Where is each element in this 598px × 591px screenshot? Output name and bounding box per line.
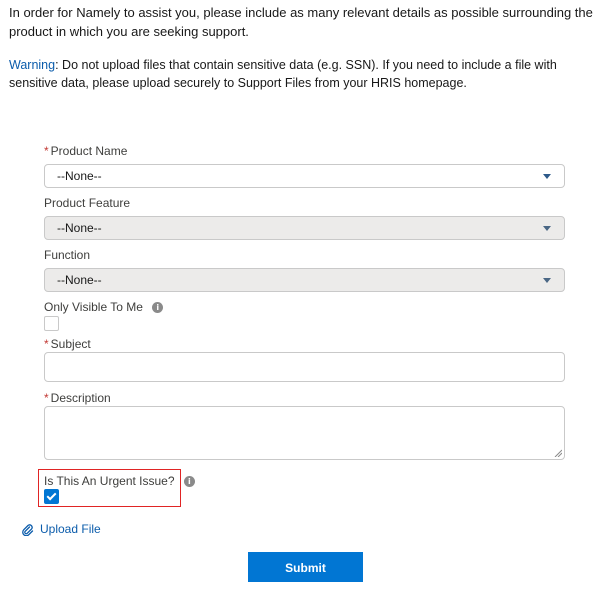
description-textarea[interactable] xyxy=(44,406,565,460)
intro-paragraph: In order for Namely to assist you, pleas… xyxy=(9,5,593,39)
resize-handle-icon[interactable] xyxy=(554,449,562,457)
urgent-checkbox[interactable] xyxy=(44,489,59,504)
submit-button[interactable]: Submit xyxy=(248,552,363,582)
urgent-label: Is This An Urgent Issue? i xyxy=(44,474,195,488)
urgent-label-text: Is This An Urgent Issue? xyxy=(44,474,175,488)
chevron-down-icon xyxy=(543,174,551,179)
chevron-down-icon xyxy=(543,226,551,231)
subject-label-text: Subject xyxy=(50,337,91,351)
description-label: * Description xyxy=(44,391,111,405)
intro-text: In order for Namely to assist you, pleas… xyxy=(9,3,594,41)
required-marker: * xyxy=(44,144,49,158)
function-label-text: Function xyxy=(44,248,91,262)
only-visible-checkbox[interactable] xyxy=(44,316,59,331)
upload-file-link[interactable]: Upload File xyxy=(22,522,101,537)
warning-message: : Do not upload files that contain sensi… xyxy=(9,58,557,90)
product-feature-select[interactable]: --None-- xyxy=(44,216,565,240)
warning-text: Warning: Do not upload files that contai… xyxy=(9,56,594,92)
paperclip-icon xyxy=(22,524,34,537)
product-feature-value: --None-- xyxy=(57,221,102,235)
required-marker: * xyxy=(44,391,49,405)
warning-label: Warning xyxy=(9,58,56,72)
upload-file-label: Upload File xyxy=(40,522,101,536)
chevron-down-icon xyxy=(543,278,551,283)
product-feature-label: Product Feature xyxy=(44,196,130,210)
function-select[interactable]: --None-- xyxy=(44,268,565,292)
product-feature-label-text: Product Feature xyxy=(44,196,131,210)
description-label-text: Description xyxy=(50,391,111,405)
function-value: --None-- xyxy=(57,273,102,287)
subject-label: * Subject xyxy=(44,337,91,351)
only-visible-label: Only Visible To Me i xyxy=(44,300,164,314)
product-name-label: * Product Name xyxy=(44,144,127,158)
product-name-label-text: Product Name xyxy=(50,144,128,158)
required-marker: * xyxy=(44,337,49,351)
info-icon[interactable]: i xyxy=(152,302,164,314)
function-label: Function xyxy=(44,248,90,262)
subject-input[interactable] xyxy=(44,352,565,382)
info-icon[interactable]: i xyxy=(183,476,195,488)
product-name-select[interactable]: --None-- xyxy=(44,164,565,188)
product-name-value: --None-- xyxy=(57,169,102,183)
only-visible-label-text: Only Visible To Me xyxy=(44,300,143,314)
